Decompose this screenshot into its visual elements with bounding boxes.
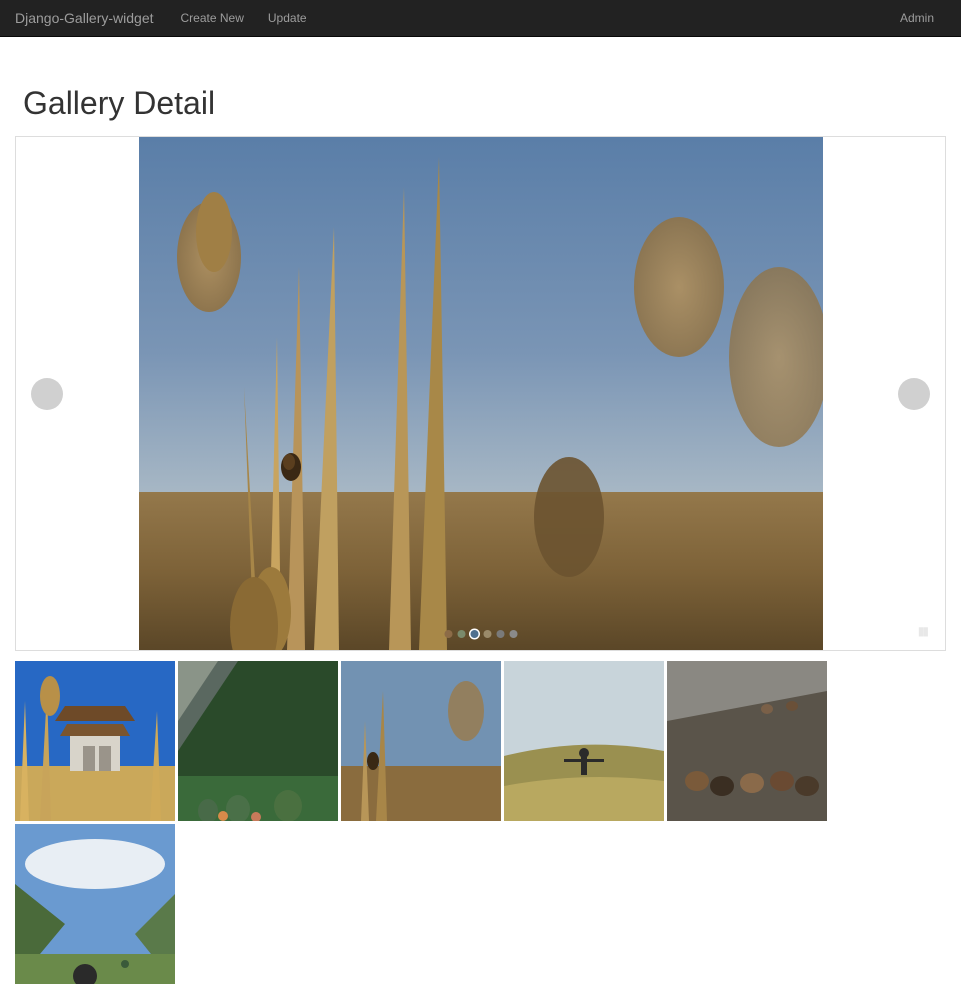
nav-update[interactable]: Update (256, 1, 319, 35)
carousel-indicators (444, 630, 517, 638)
thumb-valley-sky[interactable] (15, 824, 175, 984)
nav-left: Create New Update (169, 1, 888, 35)
indicator-dot-2[interactable] (470, 630, 478, 638)
carousel: ▮▮ (15, 136, 946, 651)
thumb-horses-fog[interactable] (667, 661, 827, 821)
navbar: Django-Gallery-widget Create New Update … (0, 0, 961, 37)
brand-link[interactable]: Django-Gallery-widget (15, 10, 154, 26)
main-container: Gallery Detail (0, 85, 961, 984)
carousel-next-button[interactable] (898, 378, 930, 410)
indicator-dot-5[interactable] (509, 630, 517, 638)
thumb-person-field[interactable] (504, 661, 664, 821)
thumb-wheat-bug[interactable] (341, 661, 501, 821)
thumbnail-grid (15, 661, 946, 984)
nav-right: Admin (888, 1, 946, 35)
carousel-prev-button[interactable] (31, 378, 63, 410)
indicator-dot-0[interactable] (444, 630, 452, 638)
pause-icon[interactable]: ▮▮ (918, 624, 927, 638)
nav-create-new[interactable]: Create New (169, 1, 256, 35)
thumb-mountain-forest[interactable] (178, 661, 338, 821)
indicator-dot-4[interactable] (496, 630, 504, 638)
nav-admin[interactable]: Admin (888, 1, 946, 35)
thumb-temple-grass[interactable] (15, 661, 175, 821)
indicator-dot-3[interactable] (483, 630, 491, 638)
carousel-slide-wheat (139, 137, 823, 650)
page-title: Gallery Detail (23, 85, 946, 122)
indicator-dot-1[interactable] (457, 630, 465, 638)
